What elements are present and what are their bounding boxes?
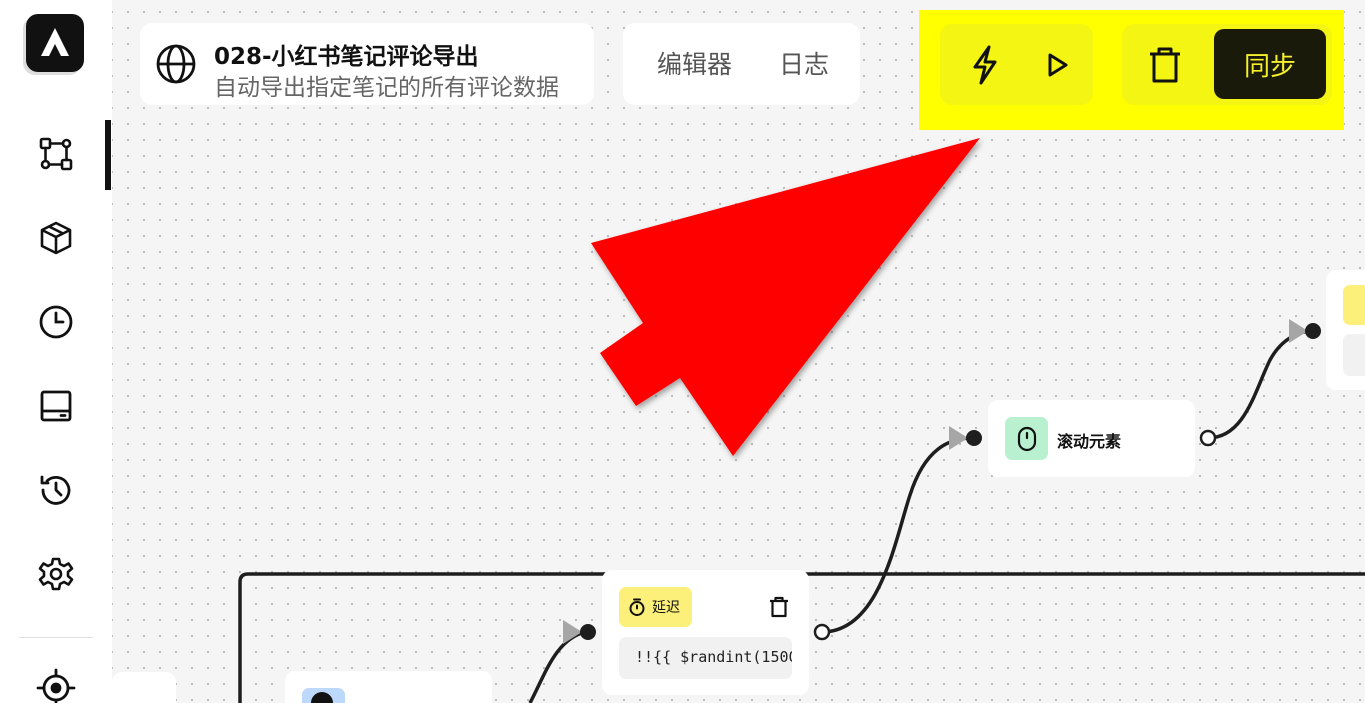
scroll-element-node[interactable]: 滚动元素	[988, 400, 1195, 477]
node-icon-box	[302, 688, 345, 703]
package-icon	[40, 221, 72, 255]
partial-node[interactable]	[1326, 270, 1365, 390]
sidebar-item-target[interactable]	[36, 668, 76, 703]
input-arrow-handle	[1289, 319, 1308, 343]
node-badge	[1343, 285, 1365, 325]
sidebar-item-schedule[interactable]	[36, 302, 76, 342]
input-arrow-handle	[563, 620, 582, 644]
delay-node[interactable]: 延迟 !!{{ $randint(1500	[602, 570, 809, 695]
delete-node-button[interactable]	[767, 595, 791, 623]
history-icon	[40, 475, 71, 505]
sidebar	[0, 0, 112, 703]
gear-icon	[38, 557, 74, 591]
trigger-button[interactable]	[962, 42, 1007, 87]
workflow-subtitle: 自动导出指定笔记的所有评论数据	[214, 75, 559, 101]
app-logo[interactable]	[26, 14, 84, 72]
delay-badge: 延迟	[619, 587, 692, 627]
workflow-icon	[39, 137, 73, 171]
globe-icon	[156, 44, 196, 84]
clock-icon	[39, 305, 73, 339]
lightning-icon	[973, 45, 996, 84]
delay-badge-label: 延迟	[652, 600, 680, 616]
delete-workflow-button[interactable]	[1142, 42, 1187, 87]
logo-icon	[41, 28, 69, 56]
workflow-title-card: 028-小红书笔记评论导出 自动导出指定笔记的所有评论数据	[140, 23, 594, 105]
sidebar-divider	[19, 637, 93, 638]
node-icon-box	[1005, 417, 1048, 460]
run-controls	[940, 24, 1093, 105]
sidebar-active-indicator	[105, 120, 111, 190]
input-arrow-handle	[949, 426, 968, 450]
output-handle	[813, 623, 831, 641]
tab-logs[interactable]: 日志	[779, 45, 829, 81]
sidebar-item-workflow[interactable]	[36, 134, 76, 174]
crosshair-icon	[36, 668, 76, 703]
trash-icon	[1149, 47, 1180, 82]
view-tabs: 编辑器 日志	[623, 23, 860, 105]
scroll-node-label: 滚动元素	[1057, 432, 1122, 451]
output-handle	[1199, 429, 1217, 447]
sidebar-item-settings[interactable]	[36, 554, 76, 594]
node-input[interactable]	[1343, 334, 1365, 376]
delay-value-input[interactable]: !!{{ $randint(1500	[619, 637, 792, 679]
sync-button[interactable]: 同步	[1214, 29, 1326, 99]
input-handle	[966, 430, 982, 446]
timer-icon	[629, 598, 645, 616]
input-handle	[1305, 323, 1321, 339]
trash-icon	[770, 596, 788, 618]
workflow-title: 028-小红书笔记评论导出	[214, 44, 479, 70]
sidebar-item-panel[interactable]	[36, 386, 76, 426]
input-handle	[580, 624, 596, 640]
sidebar-item-history[interactable]	[36, 470, 76, 510]
run-button[interactable]	[1034, 42, 1079, 87]
partial-node-left[interactable]	[112, 672, 176, 703]
panel-icon	[40, 390, 72, 422]
tab-editor[interactable]: 编辑器	[657, 45, 732, 81]
partial-node-bottom[interactable]	[285, 671, 492, 703]
play-icon	[1048, 53, 1067, 76]
sidebar-item-packages[interactable]	[36, 218, 76, 258]
mouse-icon	[1017, 426, 1036, 451]
